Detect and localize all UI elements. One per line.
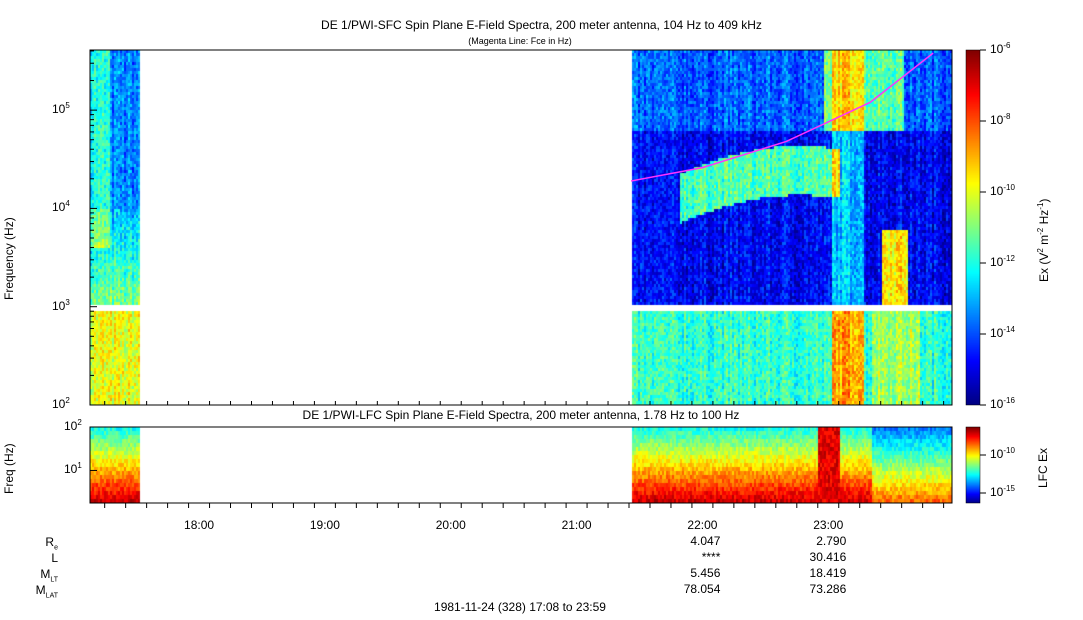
sfc-colorbar-tick-label: 10-16 <box>990 396 1015 411</box>
ephemeris-value-2200: **** <box>701 550 721 564</box>
sfc-colorbar-label: Ex (V2 m-2 Hz-1) <box>1036 198 1051 282</box>
lfc-ytick-label: 101 <box>64 461 82 477</box>
lfc-colorbar-label: LFC Ex <box>1036 447 1050 488</box>
ephemeris-value-2300: 73.286 <box>809 582 847 596</box>
sfc-ytick-label: 105 <box>52 101 70 117</box>
sfc-colorbar-tick-label: 10-8 <box>990 112 1011 127</box>
sfc-ylabel: Frequency (Hz) <box>2 217 16 300</box>
ephemeris-value-2300: 30.416 <box>809 550 847 564</box>
sfc-ytick-label: 104 <box>52 199 70 215</box>
sfc-colorbar-tick-label: 10-14 <box>990 325 1015 340</box>
sfc-frame <box>89 49 953 406</box>
footer-date-range: 1981-11-24 (328) 17:08 to 23:59 <box>434 600 606 614</box>
x-tick-label: 19:00 <box>309 518 340 532</box>
ephemeris-label: Re <box>45 535 58 552</box>
ephemeris-value-2200: 4.047 <box>690 534 721 548</box>
lfc-colorbar-tick-label: 10-15 <box>990 484 1015 499</box>
lfc-colorbar-tick-label: 10-10 <box>990 446 1015 461</box>
sfc-colorbar-tick-label: 10-12 <box>990 254 1015 269</box>
lfc-colorbar-frame <box>965 426 981 504</box>
ephemeris-value-2200: 78.054 <box>683 582 721 596</box>
ephemeris-value-2300: 18.419 <box>809 566 847 580</box>
fce-line <box>630 52 934 182</box>
sfc-ytick-label: 102 <box>52 396 70 411</box>
ephemeris-label: MLT <box>40 567 58 584</box>
ephemeris-value-2200: 5.456 <box>690 566 721 580</box>
lfc-frame <box>89 426 953 504</box>
sfc-colorbar-tick-label: 10-6 <box>990 41 1011 56</box>
x-tick-label: 18:00 <box>184 518 215 532</box>
lfc-ytick-label: 102 <box>64 418 82 433</box>
x-tick-label: 23:00 <box>813 518 844 532</box>
x-tick-label: 21:00 <box>561 518 592 532</box>
ephemeris-label: L <box>51 551 58 565</box>
spectrogram-figure: DE 1/PWI-SFC Spin Plane E-Field Spectra,… <box>0 0 1083 620</box>
sfc-ytick-label: 103 <box>52 297 70 313</box>
axes-overlay <box>89 49 986 508</box>
ephemeris-value-2300: 2.790 <box>816 534 847 548</box>
ephemeris-label: MLAT <box>35 583 58 600</box>
sfc-colorbar-frame <box>965 49 981 406</box>
sfc-colorbar-tick-label: 10-10 <box>990 183 1015 198</box>
lfc-ylabel: Freq (Hz) <box>2 443 16 494</box>
x-tick-label: 22:00 <box>687 518 718 532</box>
x-tick-label: 20:00 <box>435 518 466 532</box>
